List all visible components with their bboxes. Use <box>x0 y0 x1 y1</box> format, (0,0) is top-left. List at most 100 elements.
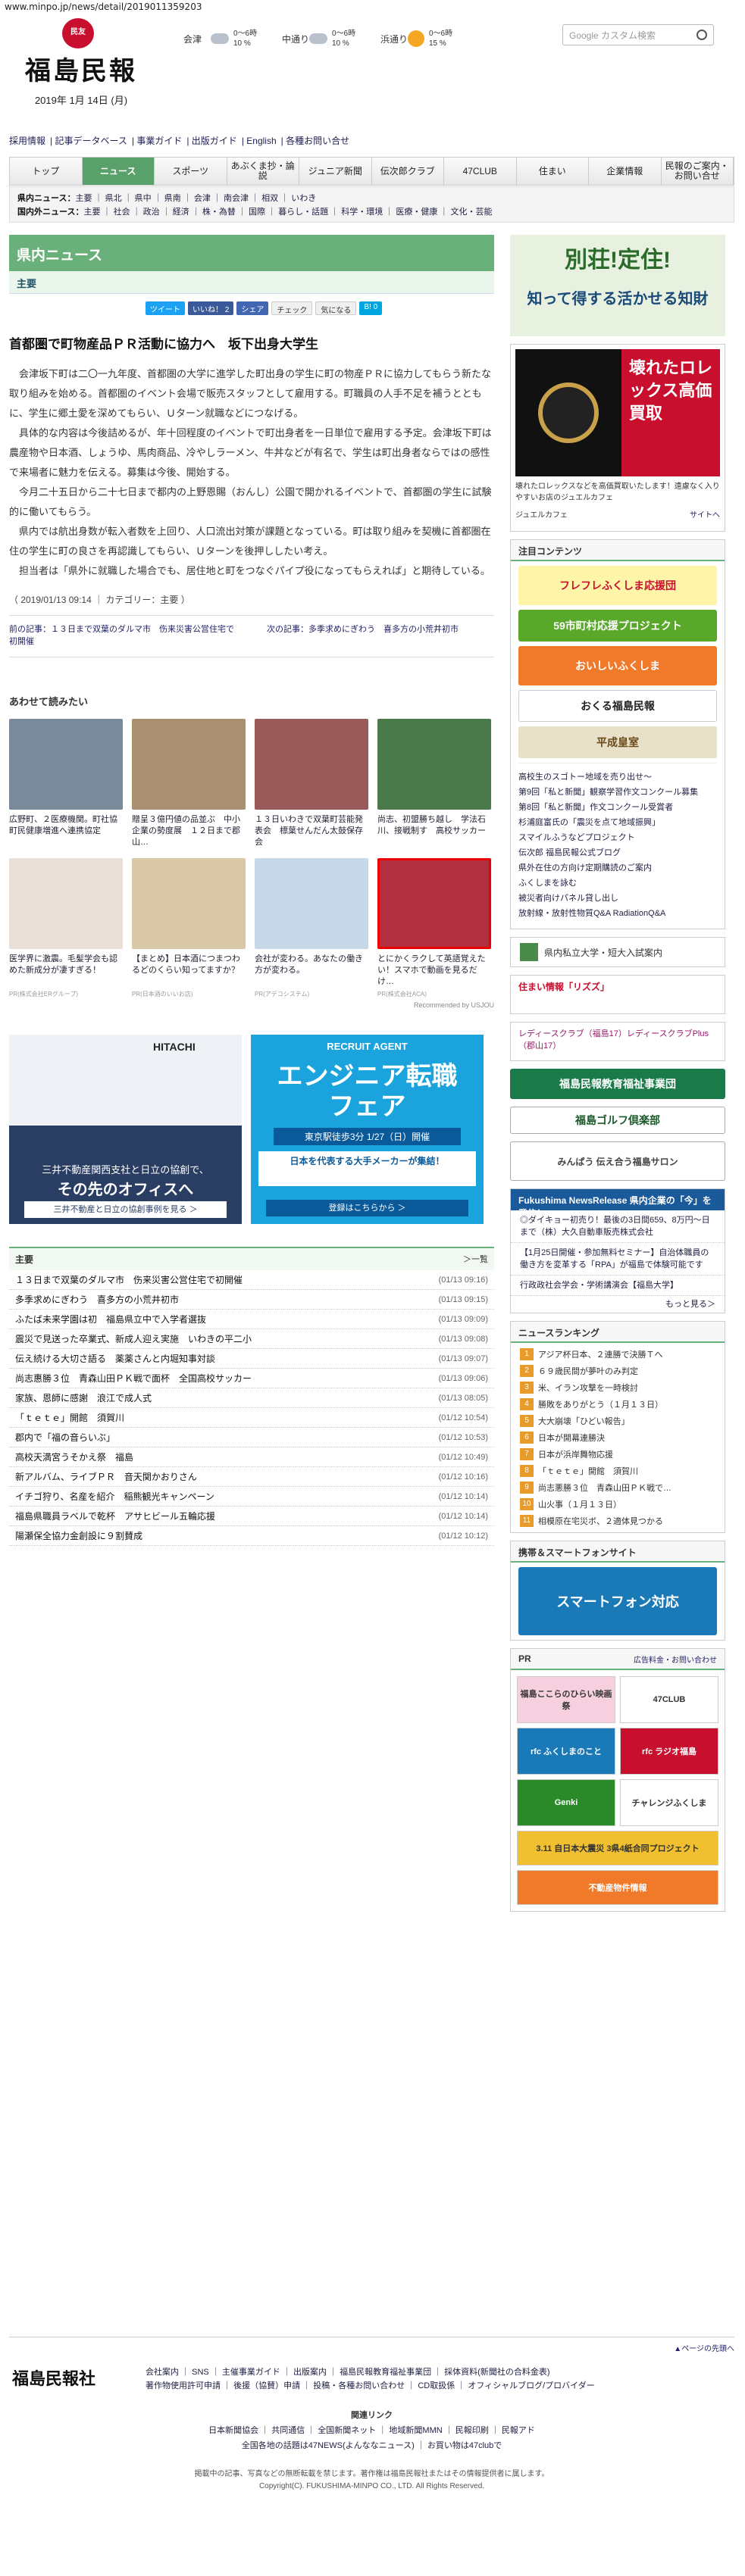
news-list-row[interactable]: 尚志惠勝３位 青森山田ＰＫ戦で面杯 全国高校サッカー (01/13 09:06) <box>9 1369 494 1388</box>
news-list-row[interactable]: 震災で見送った卒業式、新成人迎え実施 いわきの平二小 (01/13 09:08) <box>9 1329 494 1349</box>
ranking-row[interactable]: 4 勝敗をありがとう（１月１３日） <box>511 1396 725 1413</box>
tab-sports[interactable]: スポーツ <box>155 158 227 185</box>
side-news-item[interactable]: 県外在住の方向け定期購読のご案内 <box>518 860 717 876</box>
side-news-item[interactable]: 被災者向けパネル貸し出し <box>518 891 717 906</box>
pr-banner[interactable]: rfc ふくしまのこと <box>517 1728 615 1775</box>
back-to-top[interactable]: ▲ページの先頭へ <box>9 2337 734 2353</box>
housing-link[interactable]: 住まい情報「リズズ」 <box>510 975 725 1014</box>
news-list-headline[interactable]: 家族、恩師に感謝 浪江で成人式 <box>15 1388 152 1407</box>
ranking-headline[interactable]: 日本が開幕連勝決 <box>538 1432 605 1444</box>
subnav-national-links[interactable]: 主要 ｜ 社会 ｜ 政治 ｜ 経済 ｜ 株・為替 ｜ 国際 ｜ 暮らし・話題 ｜… <box>83 208 492 217</box>
news-list-row[interactable]: 福島県職員ラベルで乾杯 アサヒビール五輪応援 (01/12 10:14) <box>9 1507 494 1526</box>
subnav-local-links[interactable]: 主要 ｜ 県北 ｜ 県中 ｜ 県南 ｜ 会津 ｜ 南会津 ｜ 相双 ｜ いわき <box>75 194 316 203</box>
sidebar-ad-watch[interactable]: 壊れたロレックス高価買取 壊れたロレックスなどを高価買取いたします！遠慮なく入り… <box>510 344 725 532</box>
weather-hamadori[interactable]: 浜通り 0〜6時 15 % <box>380 21 479 56</box>
tab-housing[interactable]: 住まい <box>517 158 589 185</box>
related-links-2[interactable]: 全国各地の話題は47NEWS(よんななニュース) ｜ お買い物は47clubで <box>9 2438 734 2453</box>
ranking-row[interactable]: 9 尚志悪勝３位 青森山田ＰＫ戦で… <box>511 1479 725 1496</box>
ranking-row[interactable]: 8 「ｔｅｔｅ」開館 須賀川 <box>511 1463 725 1479</box>
like-button[interactable]: いいね！ 2 <box>188 301 234 315</box>
news-list-headline[interactable]: 伝え続ける大切さ語る 薬薬さんと内堀知事対談 <box>15 1349 215 1368</box>
sidebar-ad-daiwa[interactable]: 別荘!定住! 知って得する活かせる知財 <box>510 235 725 336</box>
news-list-headline[interactable]: 新アルバム、ライブＰＲ 音天関かおりさん <box>15 1467 197 1486</box>
watch-ad-link[interactable]: サイトへ <box>690 508 720 520</box>
related-links-1[interactable]: 日本新聞協会 ｜ 共同通信 ｜ 全国新聞ネット ｜ 地域新聞MMN ｜ 民報印刷… <box>9 2423 734 2438</box>
related-item[interactable]: 尚志、初盟勝ち越し 学法石川、接戦制す 高校サッカー <box>377 719 491 851</box>
ad-hitachi-button[interactable]: 三井不動産と日立の協創事例を見る ＞ <box>24 1201 227 1218</box>
utility-link[interactable]: 各種お問い合せ <box>286 136 349 146</box>
related-item[interactable]: とにかくラクして英語覚えたい！スマホで動画を見るだけ… PR(株式会社ACA) <box>377 858 491 998</box>
tab-47club[interactable]: 47CLUB <box>444 158 517 185</box>
banner-59[interactable]: 59市町村応援プロジェクト <box>518 610 717 642</box>
ranking-headline[interactable]: 相模原在宅災ボ、２適体見つかる <box>538 1515 663 1527</box>
related-item[interactable]: 広野町、２医療機関。町社協 町民健康増進へ連携協定 <box>9 719 123 851</box>
search-input[interactable]: Google カスタム検索 <box>562 24 714 45</box>
news-list-headline[interactable]: 尚志惠勝３位 青森山田ＰＫ戦で面杯 全国高校サッカー <box>15 1369 252 1388</box>
news-list-row[interactable]: ふたば未来学園は初 福島県立中で入学者選抜 (01/13 09:09) <box>9 1310 494 1329</box>
news-list-headline[interactable]: ふたば未来学園は初 福島県立中で入学者選抜 <box>15 1310 206 1329</box>
news-list-headline[interactable]: 陽瀬保全協力金創設に９割賛成 <box>15 1526 142 1545</box>
side-news-item[interactable]: 伝次郎 福島民報公式ブログ <box>518 845 717 860</box>
pr-banner[interactable]: 3.11 自日本大震災 3県4紙合同プロジェクト <box>517 1831 718 1866</box>
news-list-more[interactable]: ＞一覧 <box>463 1253 488 1266</box>
check-button[interactable]: チェック <box>271 301 313 315</box>
pr-banner[interactable]: 不動産物件情報 <box>517 1870 718 1905</box>
weather-nakadori[interactable]: 中通り 0〜6時 10 % <box>282 21 380 56</box>
release-more[interactable]: もっと見る＞ <box>511 1296 725 1313</box>
pr-banner[interactable]: Genki <box>517 1779 615 1826</box>
url-bar[interactable]: www.minpo.jp/news/detail/2019011359203 <box>0 0 745 15</box>
utility-link[interactable]: English <box>246 136 276 146</box>
ranking-headline[interactable]: 日本が浜岸舞物応援 <box>538 1448 613 1460</box>
utility-link[interactable]: 採用情報 <box>9 136 45 146</box>
footer-links-1[interactable]: 会社案内 ｜ SNS ｜ 主催事業ガイド ｜ 出版案内 ｜ 福島民報教育福祉事業… <box>146 2365 595 2379</box>
tab-guide[interactable]: 民報のご案内・お問い合せ <box>662 158 734 185</box>
news-list-headline[interactable]: イチゴ狩り、名産を紹介 稲熊観光キャンペーン <box>15 1487 214 1506</box>
news-list-row[interactable]: 家族、恩師に感謝 浪江で成人式 (01/13 08:05) <box>9 1388 494 1408</box>
edu-banner[interactable]: 福島民報教育福祉事業団 <box>510 1069 725 1099</box>
ranking-headline[interactable]: 「ｔｅｔｅ」開館 須賀川 <box>538 1465 638 1477</box>
news-list-row[interactable]: 「ｔｅｔｅ」開館 須賀川 (01/12 10:54) <box>9 1408 494 1428</box>
tab-junior[interactable]: ジュニア新聞 <box>299 158 372 185</box>
side-news-item[interactable]: 第9回「私と新聞」観察学習作文コンクール募集 <box>518 785 717 800</box>
side-news-item[interactable]: 放射線・放射性物質Q&A RadiationQ&A <box>518 906 717 921</box>
news-list-headline[interactable]: 福島県職員ラベルで乾杯 アサヒビール五輪応援 <box>15 1507 215 1525</box>
news-list-row[interactable]: 陽瀬保全協力金創設に９割賛成 (01/12 10:12) <box>9 1526 494 1546</box>
ranking-row[interactable]: 2 ６９歳民間が夢叶のみ判定 <box>511 1363 725 1379</box>
mobile-banner[interactable]: スマートフォン対応 <box>518 1567 717 1635</box>
ranking-headline[interactable]: 大大崩壊「ひどい報告」 <box>538 1415 630 1427</box>
pr-contact-link[interactable]: 広告料金・お問い合わせ <box>634 1653 717 1665</box>
ad-hitachi[interactable]: HITACHI 三井不動産関西支社と日立の協創で、 その先のオフィスへ 三井不動… <box>9 1035 242 1224</box>
news-list-headline[interactable]: 高校天満宮うそかえ祭 福島 <box>15 1447 133 1466</box>
next-article-link[interactable]: 次の記事：多季求めにぎわう 喜多方の小荒井初市 <box>267 623 494 648</box>
ranking-row[interactable]: 7 日本が浜岸舞物応援 <box>511 1446 725 1463</box>
ranking-headline[interactable]: 山火事（１月１３日） <box>538 1498 621 1510</box>
news-list-row[interactable]: 伝え続ける大切さ語る 薬薬さんと内堀知事対談 (01/13 09:07) <box>9 1349 494 1369</box>
related-item[interactable]: 会社が変わる。あなたの働き方が変わる。 PR(アデコシステム) <box>255 858 368 998</box>
news-list-row[interactable]: 新アルバム、ライブＰＲ 音天関かおりさん (01/12 10:16) <box>9 1467 494 1487</box>
golf-banner[interactable]: 福島ゴルフ倶楽部 <box>510 1107 725 1134</box>
banner-frefre[interactable]: フレフレふくしま応援団 <box>518 566 717 605</box>
weather-aizu[interactable]: 会津 0〜6時 10 % <box>183 21 282 56</box>
ranking-row[interactable]: 5 大大崩壊「ひどい報告」 <box>511 1413 725 1429</box>
tab-top[interactable]: トップ <box>10 158 83 185</box>
news-list-headline[interactable]: 郡内で「福の音らいぶ」 <box>15 1428 115 1447</box>
related-item[interactable]: １３日いわきで双葉町芸能発表会 標葉せんだん太鼓保存会 <box>255 719 368 851</box>
news-list-headline[interactable]: 震災で見送った卒業式、新成人迎え実施 いわきの平二小 <box>15 1329 252 1348</box>
news-list-row[interactable]: 郡内で「福の音らいぶ」 (01/12 10:53) <box>9 1428 494 1447</box>
tab-company[interactable]: 企業情報 <box>589 158 662 185</box>
footer-logo[interactable]: 福島民報社 <box>9 2365 146 2393</box>
side-news-item[interactable]: 第8回「私と新聞」作文コンクール受賞者 <box>518 800 717 815</box>
related-item[interactable]: 贈呈３億円値の品並ぶ 中小企業の勢度展 １２日まで郡山… <box>132 719 246 851</box>
kininaru-button[interactable]: 気になる <box>315 301 357 315</box>
pr-banner[interactable]: rfc ラジオ福島 <box>620 1728 718 1775</box>
pr-banner[interactable]: チャレンジふくしま <box>620 1779 718 1826</box>
search-icon[interactable] <box>696 30 707 40</box>
pr-banner[interactable]: 47CLUB <box>620 1676 718 1723</box>
ranking-row[interactable]: 6 日本が開幕連勝決 <box>511 1429 725 1446</box>
related-item[interactable]: 医学界に激震。毛髪学会も認めた新成分が凄すぎる！ PR(株式会社ERグループ) <box>9 858 123 998</box>
hatena-button[interactable]: B! 0 <box>359 301 383 315</box>
ranking-headline[interactable]: アジア杯日本、２連勝で決勝Ｔへ <box>538 1348 663 1360</box>
related-item[interactable]: 【まとめ】日本酒につまつわるどのくらい知ってますか？ PR(日本酒のいいお店) <box>132 858 246 998</box>
side-news-item[interactable]: ふくしまを詠む <box>518 876 717 891</box>
footer-links-2[interactable]: 著作物使用許可申請 ｜ 後援（協賛）申請 ｜ 投稿・各種お問い合わせ ｜ CD取… <box>146 2379 595 2393</box>
